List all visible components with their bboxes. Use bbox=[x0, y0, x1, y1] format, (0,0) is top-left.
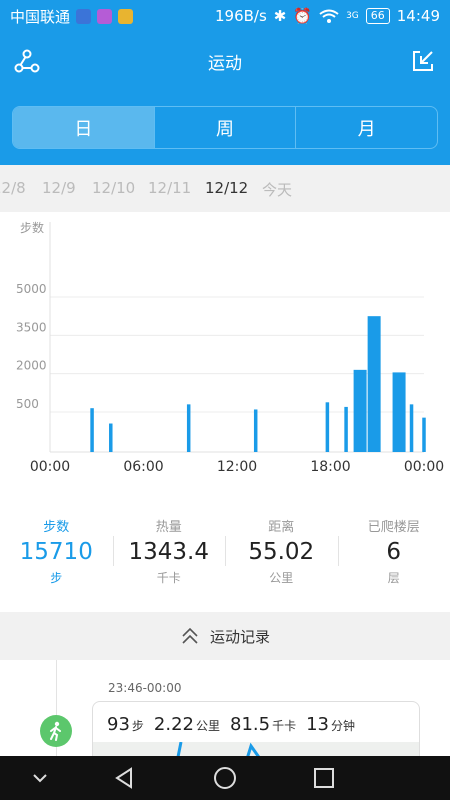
back-icon[interactable] bbox=[110, 764, 138, 792]
chart-bar bbox=[344, 406, 348, 452]
tab-day[interactable]: 日 bbox=[13, 107, 154, 148]
date-strip[interactable]: 12/8 12/9 12/10 12/11 12/12 今天 bbox=[0, 165, 450, 212]
record-distance-unit: 公里 bbox=[196, 719, 221, 733]
record-duration-unit: 分钟 bbox=[331, 719, 356, 733]
record-distance: 2.22 bbox=[153, 714, 194, 735]
carrier-label: 中国联通 bbox=[10, 7, 71, 26]
chart-bar bbox=[353, 369, 367, 452]
stat-value: 15710 bbox=[19, 539, 93, 565]
record-calories: 81.5 bbox=[230, 714, 271, 735]
record-duration: 13 bbox=[306, 714, 330, 735]
x-tick-label: 18:00 bbox=[310, 459, 350, 475]
chevron-double-up-icon bbox=[182, 627, 198, 644]
chart-bar bbox=[186, 404, 191, 452]
records-header[interactable]: 运动记录 bbox=[0, 612, 450, 660]
stat-unit: 层 bbox=[387, 571, 400, 585]
home-icon[interactable] bbox=[211, 764, 239, 792]
stat-calories[interactable]: 热量 1343.4 千卡 bbox=[112, 508, 226, 600]
tab-month[interactable]: 月 bbox=[295, 107, 437, 148]
stat-steps[interactable]: 步数 15710 步 bbox=[0, 508, 113, 600]
chart-canvas: 步数 5000 3500 2000 500 00:00 06:00 12:00 18:00 00:… bbox=[16, 220, 444, 475]
battery-icon: 66 bbox=[365, 8, 390, 24]
steps-chart: 步数 5000 3500 2000 500 00:00 06:00 12:00 18:00 00:… bbox=[0, 212, 450, 492]
date-item[interactable]: 今天 bbox=[262, 179, 292, 200]
chart-bar bbox=[109, 423, 113, 452]
stat-unit: 公里 bbox=[269, 571, 294, 585]
export-icon[interactable] bbox=[408, 46, 438, 76]
x-tick-label: 00:00 bbox=[404, 459, 444, 475]
record-steps: 93 bbox=[107, 714, 130, 735]
chart-bar bbox=[325, 402, 330, 452]
stat-unit: 步 bbox=[50, 571, 63, 585]
net-speed: 196B/s bbox=[215, 7, 267, 25]
x-tick-label: 00:00 bbox=[30, 459, 70, 475]
record-calories-unit: 千卡 bbox=[272, 719, 297, 733]
period-tabs: 日 周 月 bbox=[12, 106, 438, 149]
walk-icon bbox=[40, 715, 72, 747]
network-type: 3G bbox=[346, 11, 359, 21]
stat-distance[interactable]: 距离 55.02 公里 bbox=[225, 508, 338, 600]
status-bar: 中国联通 196B/s ✱ ⏰ 3G 66 14:49 bbox=[0, 0, 450, 32]
page-title: 运动 bbox=[208, 53, 242, 74]
chart-bar bbox=[253, 409, 258, 452]
record-time: 23:46-00:00 bbox=[108, 681, 182, 695]
tab-week[interactable]: 周 bbox=[153, 107, 296, 148]
chart-bar bbox=[90, 408, 94, 452]
stat-value: 6 bbox=[386, 539, 402, 565]
date-item[interactable]: 12/11 bbox=[148, 179, 191, 197]
y-tick-label: 500 bbox=[16, 397, 39, 411]
chart-bar bbox=[392, 372, 406, 452]
x-tick-label: 06:00 bbox=[123, 459, 163, 475]
records-title: 运动记录 bbox=[209, 627, 270, 646]
stat-unit: 千卡 bbox=[156, 571, 181, 585]
store-notification-icon bbox=[118, 8, 134, 24]
gallery-notification-icon bbox=[97, 8, 113, 24]
date-item[interactable]: 12/10 bbox=[92, 179, 135, 197]
record-steps-unit: 步 bbox=[131, 719, 144, 733]
x-tick-label: 12:00 bbox=[217, 459, 257, 475]
daily-stats: 步数 15710 步 热量 1343.4 千卡 距离 55.02 公里 已爬楼层… bbox=[0, 508, 450, 600]
stat-floors[interactable]: 已爬楼层 6 层 bbox=[337, 508, 450, 600]
stat-value: 1343.4 bbox=[128, 539, 209, 565]
y-tick-label: 2000 bbox=[16, 359, 47, 373]
y-axis-label: 步数 bbox=[20, 220, 44, 235]
chevron-down-icon[interactable] bbox=[26, 764, 54, 792]
y-tick-label: 5000 bbox=[16, 282, 47, 296]
stat-label: 距离 bbox=[268, 520, 295, 535]
stat-label: 步数 bbox=[43, 520, 70, 535]
recents-icon[interactable] bbox=[310, 764, 338, 792]
date-item[interactable]: 12/9 bbox=[42, 179, 76, 197]
stat-value: 55.02 bbox=[248, 539, 315, 565]
date-item[interactable]: 12/8 bbox=[0, 179, 26, 197]
chart-bar bbox=[367, 316, 381, 452]
bluetooth-icon: ✱ bbox=[273, 7, 287, 25]
app-header: 运动 日 周 月 bbox=[0, 32, 450, 165]
record-summary: 93 步 2.22 公里 81.5 千卡 13 分钟 bbox=[107, 714, 363, 735]
y-tick-label: 3500 bbox=[16, 320, 47, 334]
date-item-selected[interactable]: 12/12 bbox=[205, 179, 248, 197]
clock: 14:49 bbox=[396, 7, 440, 25]
share-icon[interactable] bbox=[12, 46, 42, 76]
app-notification-icon bbox=[76, 8, 92, 24]
stat-label: 热量 bbox=[155, 520, 182, 535]
system-nav-bar bbox=[0, 756, 450, 800]
chart-bar bbox=[422, 417, 426, 452]
wifi-icon bbox=[319, 9, 339, 23]
alarm-icon: ⏰ bbox=[293, 7, 313, 25]
chart-bar bbox=[409, 404, 414, 452]
stat-label: 已爬楼层 bbox=[367, 520, 420, 535]
